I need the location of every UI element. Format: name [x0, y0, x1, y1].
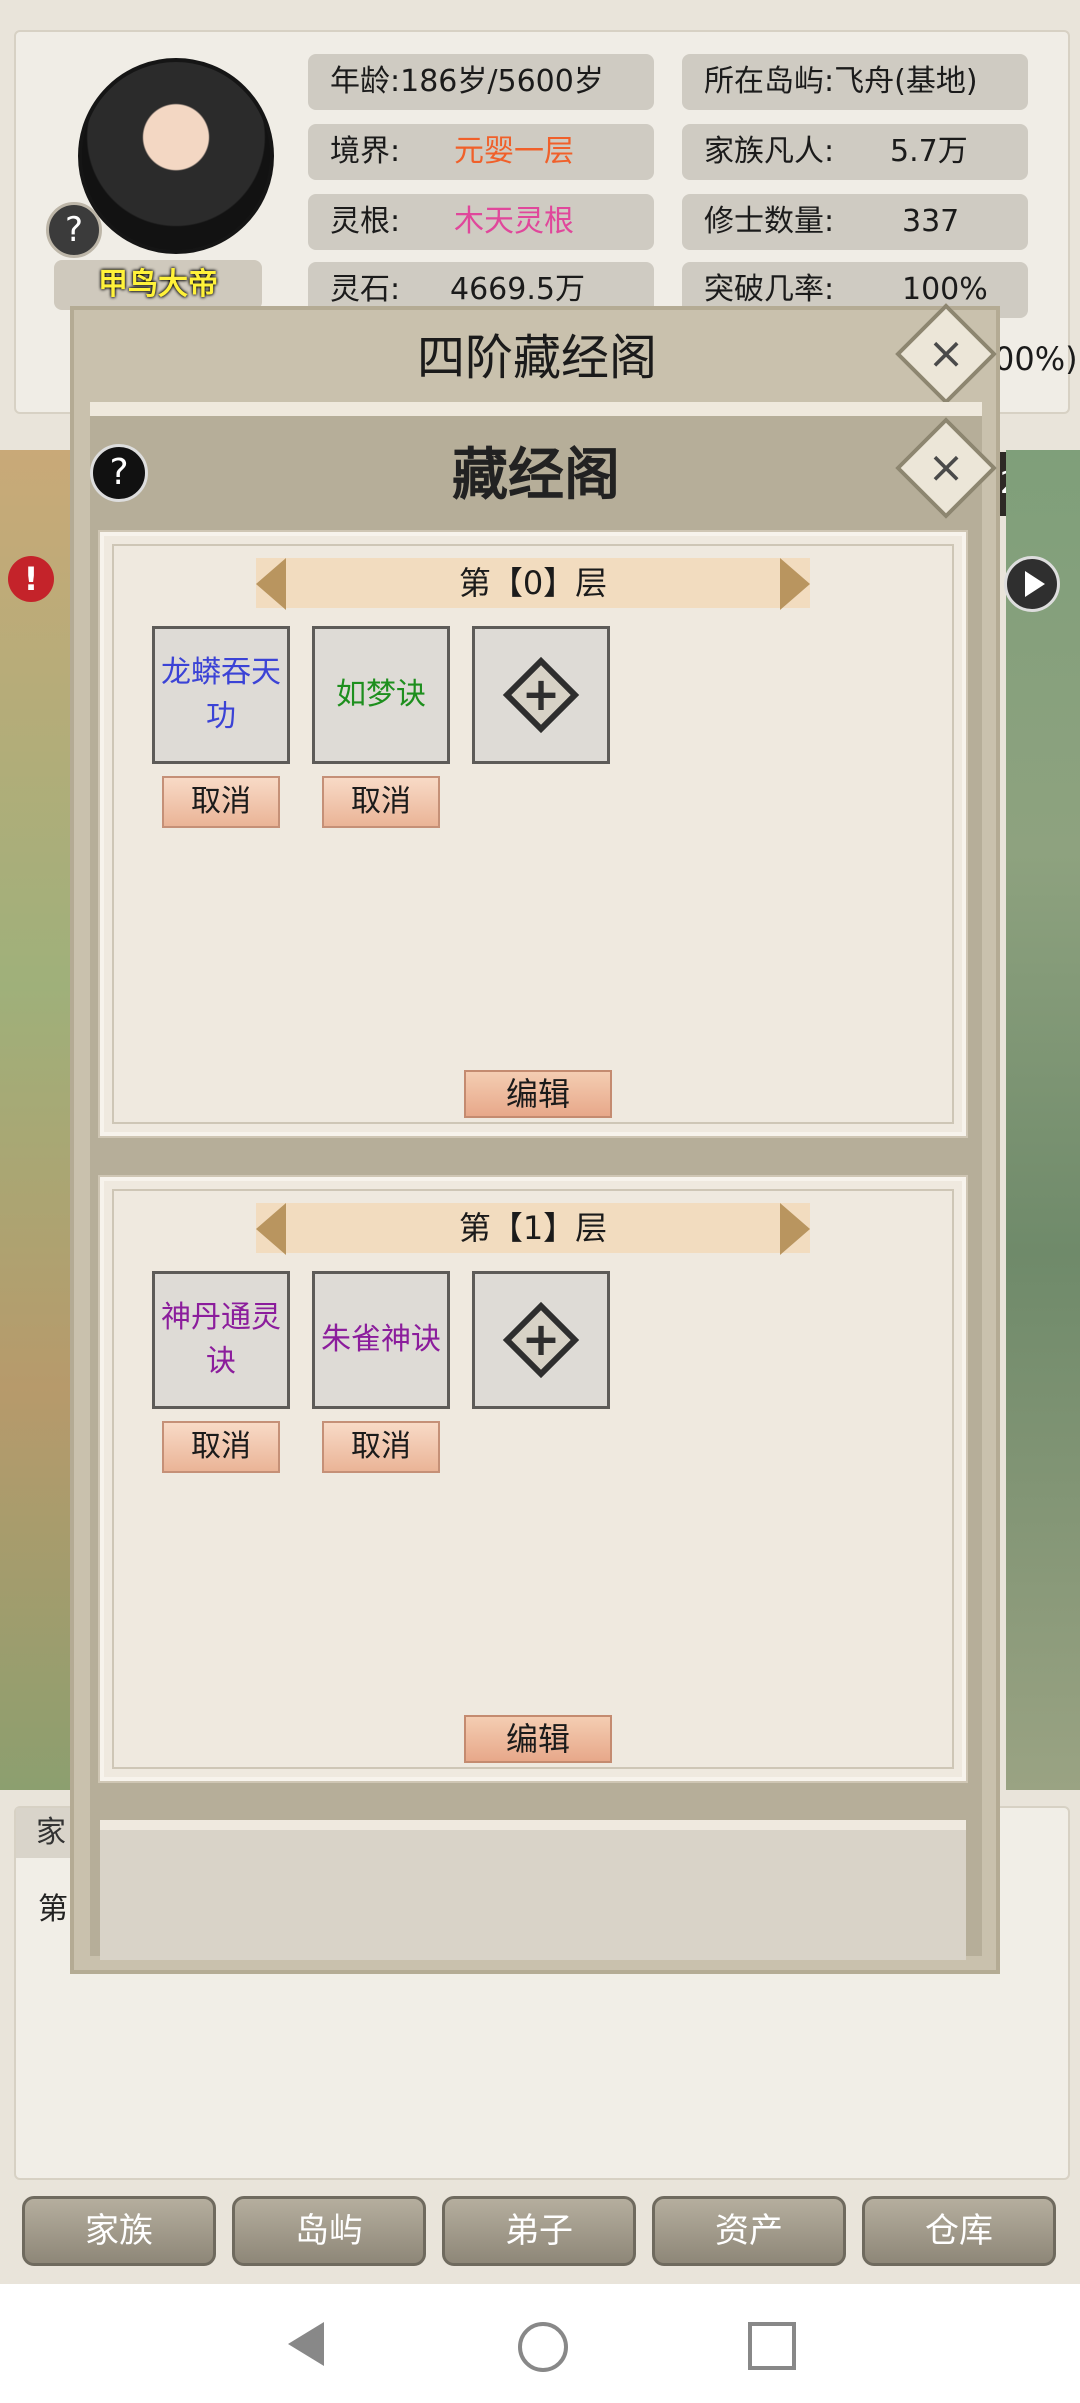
help-icon[interactable]: ?: [46, 202, 102, 258]
add-technique-slot[interactable]: +: [472, 1271, 610, 1409]
stat-label: 修士数量:: [704, 204, 835, 239]
plus-glyph: +: [521, 667, 561, 721]
avatar[interactable]: [78, 58, 274, 254]
stat-label: 年龄:: [330, 64, 401, 99]
stat-realm: 境界: 元婴一层: [308, 124, 654, 180]
floor-next-arrow[interactable]: [780, 1203, 810, 1255]
cancel-button[interactable]: 取消: [322, 776, 440, 828]
floor-banner: 第【1】层: [256, 1203, 810, 1253]
floor-prev-arrow[interactable]: [256, 558, 286, 610]
stat-label: 境界:: [330, 134, 401, 169]
plus-glyph: +: [521, 1312, 561, 1366]
close-icon: ×: [927, 328, 965, 379]
library-title: 藏经阁: [452, 442, 620, 508]
stat-island: 所在岛屿:飞舟(基地): [682, 54, 1028, 110]
technique-slot[interactable]: 神丹通灵诀: [152, 1271, 290, 1409]
lower-text: 第: [38, 1892, 68, 1927]
stat-label: 所在岛屿:: [704, 64, 835, 99]
add-technique-slot[interactable]: +: [472, 626, 610, 764]
floor-prev-arrow[interactable]: [256, 1203, 286, 1255]
stat-value: 元婴一层: [454, 134, 574, 169]
floor-section: 第【0】层 龙蟒吞天功 如梦诀 + 取消 取消 编辑: [98, 530, 968, 1138]
floor-section-partial: [100, 1820, 966, 1960]
technique-slot[interactable]: 朱雀神诀: [312, 1271, 450, 1409]
map-right-edge: [1006, 450, 1080, 1790]
back-icon[interactable]: [288, 2322, 324, 2366]
floor-section: 第【1】层 神丹通灵诀 朱雀神诀 + 取消 取消 编辑: [98, 1175, 968, 1783]
stat-mortals: 家族凡人: 5.7万: [682, 124, 1028, 180]
play-icon[interactable]: [1004, 556, 1060, 612]
stat-label: 家族凡人:: [704, 134, 835, 169]
floor-banner: 第【0】层: [256, 558, 810, 608]
tab-island[interactable]: 岛屿: [232, 2196, 426, 2266]
tab-assets[interactable]: 资产: [652, 2196, 846, 2266]
tab-disciples[interactable]: 弟子: [442, 2196, 636, 2266]
stat-age: 年龄:186岁/5600岁: [308, 54, 654, 110]
technique-slot[interactable]: 如梦诀: [312, 626, 450, 764]
partial-stat: 00%): [994, 340, 1078, 378]
library-help-icon[interactable]: ?: [90, 444, 148, 502]
play-glyph: [1025, 571, 1045, 597]
close-icon: ×: [927, 442, 965, 493]
stat-value: 337: [902, 204, 960, 239]
recent-apps-icon[interactable]: [748, 2322, 796, 2370]
edit-button[interactable]: 编辑: [464, 1070, 612, 1118]
technique-slot[interactable]: 龙蟒吞天功: [152, 626, 290, 764]
tab-warehouse[interactable]: 仓库: [862, 2196, 1056, 2266]
cancel-button[interactable]: 取消: [162, 776, 280, 828]
title-divider: [90, 402, 982, 416]
alert-icon[interactable]: !: [8, 556, 54, 602]
modal-title: 四阶藏经阁: [416, 330, 657, 386]
map-left-edge: [0, 450, 72, 1790]
plus-icon: +: [502, 656, 580, 734]
plus-icon: +: [502, 1301, 580, 1379]
cancel-button[interactable]: 取消: [322, 1421, 440, 1473]
stat-value: 飞舟(基地): [834, 64, 978, 99]
stat-label: 灵根:: [330, 204, 401, 239]
stat-value: 5.7万: [890, 134, 968, 169]
floor-next-arrow[interactable]: [780, 558, 810, 610]
stat-value: 木天灵根: [454, 204, 574, 239]
stat-value: 186岁/5600岁: [400, 64, 604, 99]
edit-button[interactable]: 编辑: [464, 1715, 612, 1763]
tab-family[interactable]: 家族: [22, 2196, 216, 2266]
stat-cultivators: 修士数量: 337: [682, 194, 1028, 250]
home-icon[interactable]: [518, 2322, 568, 2372]
cancel-button[interactable]: 取消: [162, 1421, 280, 1473]
stat-spirit-root: 灵根: 木天灵根: [308, 194, 654, 250]
player-name: 甲鸟大帝: [54, 260, 262, 310]
